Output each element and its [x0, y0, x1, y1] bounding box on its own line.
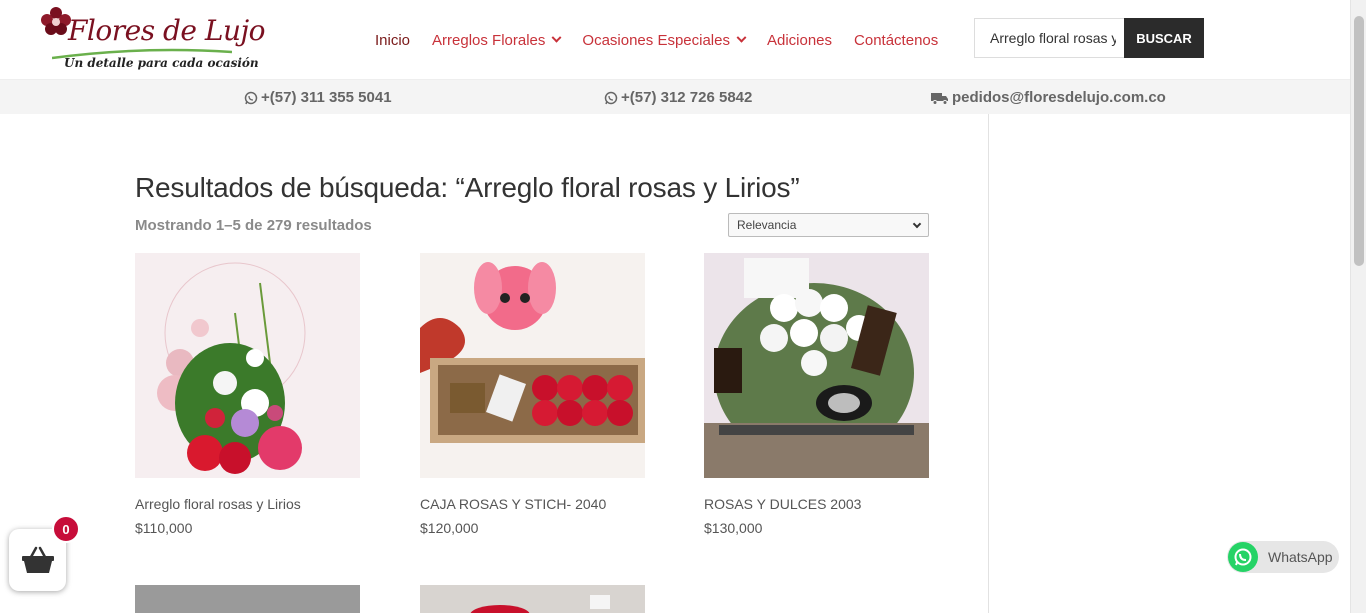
nav-item-adiciones[interactable]: Adiciones — [756, 29, 843, 51]
search-button[interactable]: BUSCAR — [1124, 18, 1204, 58]
whatsapp-label: WhatsApp — [1268, 549, 1333, 565]
sort-select[interactable]: Relevancia — [728, 213, 929, 237]
chevron-down-icon — [912, 219, 922, 229]
brand-name: Flores de Lujo — [68, 14, 266, 47]
page: Flores de Lujo Un detalle para cada ocas… — [0, 0, 1366, 613]
product-price: $130,000 — [704, 520, 763, 536]
email-text: pedidos@floresdelujo.com.co — [952, 89, 1166, 106]
nav-label: Adiciones — [766, 31, 833, 49]
whatsapp-icon — [1228, 542, 1258, 572]
product-image[interactable] — [420, 253, 645, 478]
search-input[interactable] — [974, 18, 1124, 58]
brand-tagline: Un detalle para cada ocasión — [64, 56, 259, 70]
chevron-down-icon — [736, 32, 747, 43]
product-card[interactable]: Arreglo floral rosas y Lirios $110,000 — [135, 253, 360, 536]
product-price: $120,000 — [420, 520, 479, 536]
nav-label: Inicio — [375, 31, 411, 49]
page-scrollbar[interactable] — [1350, 0, 1366, 613]
nav-item-inicio[interactable]: Inicio — [375, 29, 421, 51]
phone-text: +(57) 312 726 5842 — [621, 89, 753, 106]
site-logo[interactable]: Flores de Lujo Un detalle para cada ocas… — [38, 4, 266, 74]
site-header: Flores de Lujo Un detalle para cada ocas… — [0, 0, 1350, 80]
nav-item-arreglos-florales[interactable]: Arreglos Florales — [421, 29, 571, 51]
product-image[interactable] — [135, 585, 360, 613]
sidebar-divider — [988, 114, 989, 613]
nav-item-contactenos[interactable]: Contáctenos — [843, 29, 949, 51]
truck-icon — [931, 92, 948, 105]
whatsapp-button[interactable]: WhatsApp — [1227, 541, 1339, 573]
product-card[interactable]: CAJA ROSAS Y STICH- 2040 $120,000 — [420, 253, 645, 536]
whatsapp-icon — [244, 91, 258, 104]
phone-text: +(57) 311 355 5041 — [261, 89, 392, 106]
page-title: Resultados de búsqueda: “Arreglo floral … — [135, 172, 800, 203]
product-name[interactable]: CAJA ROSAS Y STICH- 2040 — [420, 496, 645, 512]
nav-item-ocasiones-especiales[interactable]: Ocasiones Especiales — [571, 29, 756, 51]
product-image[interactable] — [420, 585, 645, 613]
results-count: Mostrando 1–5 de 279 resultados — [135, 217, 372, 234]
scrollbar-thumb[interactable] — [1354, 16, 1364, 266]
search-form: BUSCAR — [974, 18, 1204, 58]
contact-phone-1[interactable]: +(57) 311 355 5041 — [244, 89, 392, 106]
nav-label: Contáctenos — [854, 31, 939, 49]
product-card[interactable]: ROSAS Y DULCES 2003 $130,000 — [704, 253, 929, 536]
sort-selected-value: Relevancia — [737, 218, 797, 232]
product-name[interactable]: ROSAS Y DULCES 2003 — [704, 496, 929, 512]
nav-label: Ocasiones Especiales — [582, 31, 730, 49]
whatsapp-icon — [604, 91, 618, 104]
basket-icon — [21, 546, 54, 573]
product-name[interactable]: Arreglo floral rosas y Lirios — [135, 496, 360, 512]
product-price: $110,000 — [135, 520, 193, 536]
product-card[interactable] — [420, 585, 645, 613]
nav-label: Arreglos Florales — [432, 31, 546, 49]
product-image[interactable] — [704, 253, 929, 478]
main-nav: Inicio Arreglos Florales Ocasiones Espec… — [375, 29, 949, 51]
product-image[interactable] — [135, 253, 360, 478]
chevron-down-icon — [551, 32, 562, 43]
contact-bar: +(57) 311 355 5041 +(57) 312 726 5842 pe… — [0, 80, 1350, 114]
contact-email[interactable]: pedidos@floresdelujo.com.co — [931, 89, 1166, 106]
contact-phone-2[interactable]: +(57) 312 726 5842 — [604, 89, 752, 106]
cart-count-badge: 0 — [52, 515, 80, 543]
product-card[interactable] — [135, 585, 360, 613]
